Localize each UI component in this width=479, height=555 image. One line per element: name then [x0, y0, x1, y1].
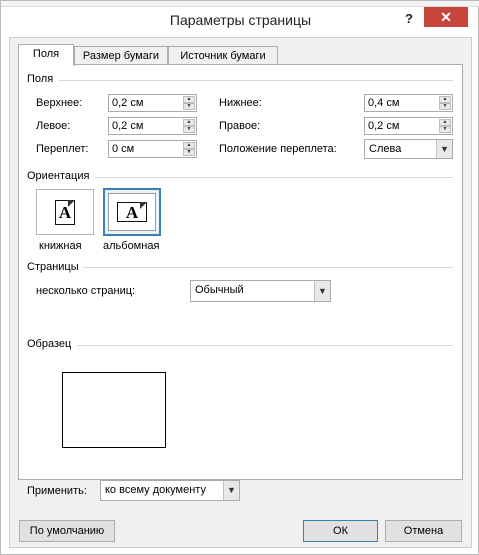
orientation-section-title: Ориентация: [27, 170, 90, 182]
spin-up-icon[interactable]: ▲: [439, 119, 451, 126]
spin-down-icon[interactable]: ▼: [183, 103, 195, 110]
portrait-page-icon: A: [55, 200, 75, 225]
left-margin-value: 0,2 см: [112, 120, 144, 132]
page-fold-icon: [68, 200, 75, 207]
page-setup-window: Параметры страницы ? ✕ Поля Размер бумаг…: [0, 0, 479, 555]
gutter-position-select[interactable]: Слева ▼: [364, 139, 453, 159]
multiple-pages-value: Обычный: [195, 284, 244, 296]
chevron-down-icon[interactable]: ▼: [436, 140, 452, 158]
gutter-position-value: Слева: [369, 143, 402, 155]
multiple-pages-label: несколько страниц:: [36, 285, 136, 297]
left-margin-spinner[interactable]: ▲ ▼: [183, 119, 195, 133]
chevron-down-icon[interactable]: ▼: [223, 481, 239, 500]
apply-to-value: ко всему документу: [105, 484, 206, 496]
ok-button[interactable]: ОК: [303, 520, 378, 542]
help-button[interactable]: ?: [402, 11, 416, 27]
spin-down-icon[interactable]: ▼: [183, 149, 195, 156]
landscape-page-icon: A: [117, 202, 147, 222]
set-as-default-button[interactable]: По умолчанию: [19, 520, 115, 542]
preview-divider: [77, 345, 453, 346]
tab-paper-source[interactable]: Источник бумаги: [168, 46, 278, 66]
gutter-spinner[interactable]: ▲ ▼: [183, 142, 195, 156]
pages-divider: [83, 267, 453, 268]
close-button[interactable]: ✕: [424, 7, 468, 27]
margins-divider: [59, 80, 453, 81]
bottom-margin-value: 0,4 см: [368, 97, 400, 109]
gutter-value: 0 см: [112, 143, 135, 155]
right-margin-field[interactable]: 0,2 см ▲ ▼: [364, 117, 453, 135]
cancel-button[interactable]: Отмена: [385, 520, 462, 542]
tab-margins[interactable]: Поля: [18, 44, 74, 66]
multiple-pages-select[interactable]: Обычный ▼: [190, 280, 331, 302]
bottom-margin-spinner[interactable]: ▲ ▼: [439, 96, 451, 110]
preview-section-title: Образец: [27, 338, 72, 350]
landscape-glyph: A: [125, 203, 139, 222]
bottom-margin-label: Нижнее:: [219, 97, 262, 109]
spin-down-icon[interactable]: ▼: [183, 126, 195, 133]
right-margin-label: Правое:: [219, 120, 261, 132]
left-margin-label: Левое:: [36, 120, 71, 132]
portrait-button[interactable]: A: [36, 189, 94, 235]
apply-to-select[interactable]: ко всему документу ▼: [100, 480, 240, 501]
margins-section-title: Поля: [27, 73, 54, 85]
landscape-button[interactable]: A: [103, 188, 161, 236]
top-margin-field[interactable]: 0,2 см ▲ ▼: [108, 94, 197, 112]
left-margin-field[interactable]: 0,2 см ▲ ▼: [108, 117, 197, 135]
chevron-down-icon[interactable]: ▼: [314, 281, 330, 301]
spin-down-icon[interactable]: ▼: [439, 103, 451, 110]
landscape-label-text: альбомная: [103, 240, 160, 252]
bottom-margin-field[interactable]: 0,4 см ▲ ▼: [364, 94, 453, 112]
top-margin-label: Верхнее:: [36, 97, 83, 109]
top-margin-spinner[interactable]: ▲ ▼: [183, 96, 195, 110]
gutter-position-label: Положение переплета:: [219, 143, 337, 155]
spin-down-icon[interactable]: ▼: [439, 126, 451, 133]
spin-up-icon[interactable]: ▲: [183, 96, 195, 103]
tab-paper-size[interactable]: Размер бумаги: [74, 46, 168, 66]
page-fold-icon: [140, 202, 147, 209]
gutter-field[interactable]: 0 см ▲ ▼: [108, 140, 197, 158]
spin-up-icon[interactable]: ▲: [183, 119, 195, 126]
spin-up-icon[interactable]: ▲: [183, 142, 195, 149]
gutter-label: Переплет:: [36, 143, 89, 155]
top-margin-value: 0,2 см: [112, 97, 144, 109]
orientation-divider: [95, 177, 453, 178]
portrait-label-text: книжная: [39, 240, 82, 252]
apply-to-label: Применить:: [27, 485, 87, 497]
page-preview: [62, 372, 166, 448]
spin-up-icon[interactable]: ▲: [439, 96, 451, 103]
pages-section-title: Страницы: [27, 261, 79, 273]
title-bar: Параметры страницы ? ✕: [1, 7, 479, 35]
right-margin-value: 0,2 см: [368, 120, 400, 132]
landscape-label[interactable]: альбомная: [103, 240, 159, 252]
portrait-label[interactable]: книжная: [39, 240, 82, 252]
right-margin-spinner[interactable]: ▲ ▼: [439, 119, 451, 133]
